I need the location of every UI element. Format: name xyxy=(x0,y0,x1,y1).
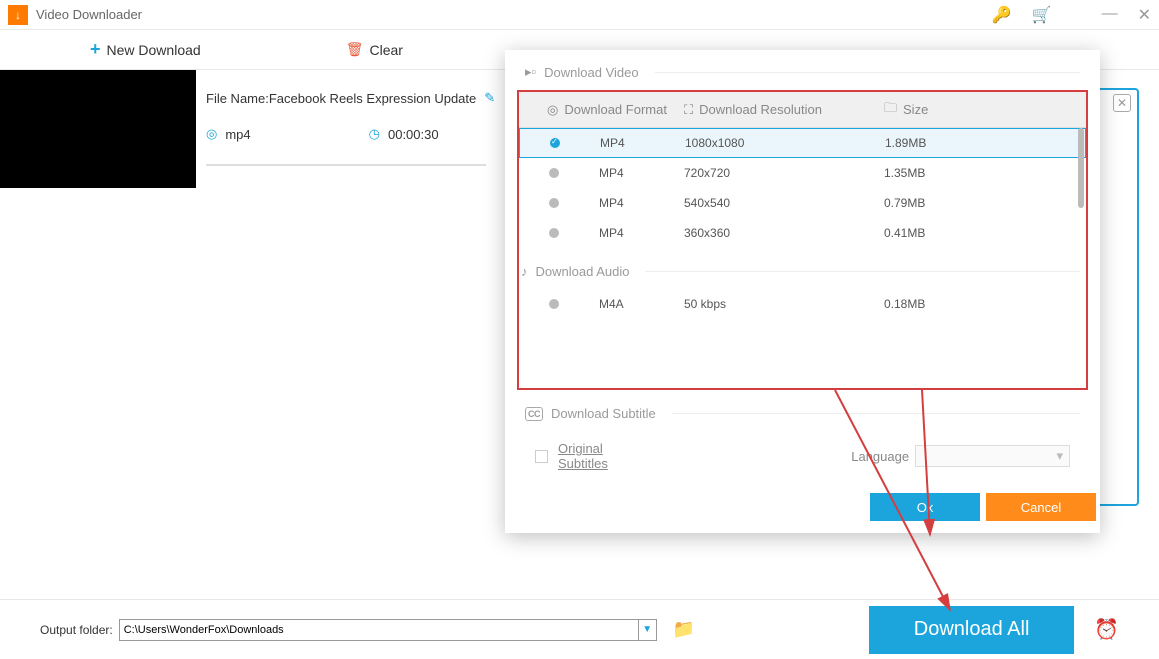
row-format: MP4 xyxy=(599,226,684,240)
row-resolution: 720x720 xyxy=(684,166,884,180)
row-resolution: 360x360 xyxy=(684,226,884,240)
output-folder-dropdown[interactable]: ▼ xyxy=(639,619,657,641)
file-duration: 00:00:30 xyxy=(388,127,439,142)
cart-icon[interactable]: 🛒 xyxy=(1032,5,1052,25)
key-icon[interactable]: 🔑 xyxy=(992,5,1012,25)
original-subtitles-label: Original Subtitles xyxy=(558,441,656,471)
row-format: M4A xyxy=(599,297,684,311)
row-resolution: 1080x1080 xyxy=(685,136,885,150)
row-size: 0.41MB xyxy=(884,226,984,240)
output-folder-label: Output folder: xyxy=(40,623,113,637)
app-logo: ↓ xyxy=(8,5,28,25)
row-format: MP4 xyxy=(599,196,684,210)
row-size: 1.35MB xyxy=(884,166,984,180)
minimize-button[interactable]: — xyxy=(1102,5,1118,25)
radio-icon xyxy=(549,168,559,178)
radio-icon xyxy=(550,138,560,148)
download-video-header: Download Video xyxy=(544,65,638,80)
ok-button[interactable]: Ok xyxy=(870,493,980,521)
close-button[interactable]: ✕ xyxy=(1138,5,1151,25)
clock-icon: ◷ xyxy=(369,126,380,142)
download-audio-header: Download Audio xyxy=(536,264,630,279)
format-row[interactable]: M4A50 kbps0.18MB xyxy=(519,289,1086,319)
format-row[interactable]: MP4360x3600.41MB xyxy=(519,218,1086,248)
plus-icon: + xyxy=(90,39,101,60)
row-format: MP4 xyxy=(599,166,684,180)
edit-name-icon[interactable]: ✎ xyxy=(484,90,495,106)
audio-icon: ♪ xyxy=(519,264,528,279)
format-row[interactable]: MP41080x10801.89MB xyxy=(519,128,1086,158)
language-select[interactable] xyxy=(915,445,1070,467)
video-thumbnail xyxy=(0,70,196,188)
original-subtitles-checkbox[interactable] xyxy=(535,450,548,463)
language-label: Language xyxy=(851,449,909,464)
format-dialog: ▸▫ Download Video ◎Download Format ⛶Down… xyxy=(505,50,1100,533)
row-size: 0.18MB xyxy=(884,297,984,311)
output-folder-input[interactable] xyxy=(119,619,639,641)
download-subtitle-header: Download Subtitle xyxy=(551,406,656,421)
format-icon: ◎ xyxy=(206,126,217,142)
size-icon: 🗀 xyxy=(884,99,897,121)
table-header: ◎Download Format ⛶Download Resolution 🗀S… xyxy=(519,92,1086,128)
download-all-button[interactable]: Download All xyxy=(869,606,1074,654)
scrollbar[interactable] xyxy=(1078,128,1084,208)
row-size: 1.89MB xyxy=(885,136,985,150)
new-download-button[interactable]: + New Download xyxy=(90,39,201,60)
file-name-label: File Name: xyxy=(206,91,269,106)
titlebar: ↓ Video Downloader 🔑 🛒 — ✕ xyxy=(0,0,1159,30)
row-resolution: 50 kbps xyxy=(684,297,884,311)
cc-icon: CC xyxy=(525,407,543,421)
row-format: MP4 xyxy=(600,136,685,150)
app-title: Video Downloader xyxy=(36,7,142,22)
progress-bar xyxy=(206,164,486,166)
browse-folder-icon[interactable]: 📁 xyxy=(673,619,695,640)
formats-box: ◎Download Format ⛶Download Resolution 🗀S… xyxy=(517,90,1088,390)
url-box-close[interactable]: ✕ xyxy=(1113,94,1131,112)
radio-icon xyxy=(549,228,559,238)
alarm-icon[interactable]: ⏰ xyxy=(1094,617,1119,642)
format-row[interactable]: MP4540x5400.79MB xyxy=(519,188,1086,218)
trash-icon: 🗑 xyxy=(346,41,364,58)
radio-icon xyxy=(549,198,559,208)
video-icon: ▸▫ xyxy=(525,64,536,80)
format-row[interactable]: MP4720x7201.35MB xyxy=(519,158,1086,188)
file-name: Facebook Reels Expression Update xyxy=(269,91,476,106)
radio-icon xyxy=(549,299,559,309)
clear-button[interactable]: 🗑 Clear xyxy=(346,41,403,58)
footer: Output folder: ▼ 📁 Download All ⏰ xyxy=(0,599,1159,659)
row-size: 0.79MB xyxy=(884,196,984,210)
resolution-icon: ⛶ xyxy=(684,102,693,118)
format-icon: ◎ xyxy=(547,102,558,118)
cancel-button[interactable]: Cancel xyxy=(986,493,1096,521)
file-format: mp4 xyxy=(225,127,250,142)
row-resolution: 540x540 xyxy=(684,196,884,210)
